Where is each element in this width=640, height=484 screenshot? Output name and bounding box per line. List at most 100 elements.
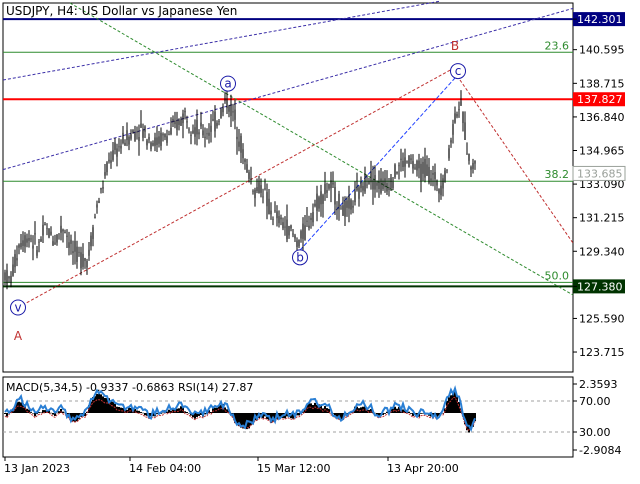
candle-body	[250, 178, 252, 180]
candle-body	[108, 159, 110, 162]
wave-c-label: c	[455, 64, 462, 78]
candle-body	[140, 123, 142, 128]
candle-body	[300, 231, 302, 239]
candle-body	[252, 190, 254, 192]
candle-body	[32, 245, 34, 249]
candle-body	[172, 118, 174, 123]
candle-body	[232, 111, 234, 113]
candle-body	[260, 185, 262, 193]
candle-body	[402, 161, 404, 167]
macd-bar	[40, 412, 42, 413]
candle-body	[450, 140, 452, 143]
candle-body	[434, 172, 436, 180]
candle-body	[360, 181, 362, 189]
candle-body	[372, 179, 374, 190]
candle-body	[236, 136, 238, 140]
wave-b-label: b	[296, 250, 304, 264]
candle-body	[174, 120, 176, 125]
candle-body	[162, 134, 164, 136]
candle-body	[14, 254, 16, 268]
candle-body	[112, 150, 114, 160]
macd-bar	[112, 401, 114, 413]
macd-bar	[448, 397, 450, 413]
price-tick-label: 134.965	[579, 145, 625, 158]
price-tick-label: 129.340	[579, 245, 625, 258]
candle-body	[132, 130, 134, 134]
macd-bar	[50, 412, 52, 414]
candle-body	[84, 258, 86, 261]
candle-body	[90, 235, 92, 247]
candle-body	[320, 191, 322, 205]
candle-body	[6, 270, 8, 285]
candle-body	[206, 133, 208, 135]
candle-body	[176, 119, 178, 130]
candle-body	[244, 159, 246, 162]
candle-body	[422, 161, 424, 174]
indicator-tick-label: -2.9084	[579, 444, 621, 457]
candle-body	[128, 136, 130, 145]
macd-bar	[224, 407, 226, 413]
candle-body	[248, 172, 250, 179]
candle-body	[94, 216, 96, 219]
macd-bar	[138, 410, 140, 413]
candle-body	[376, 182, 378, 186]
candle-body	[222, 105, 224, 113]
candle-body	[156, 137, 158, 145]
candle-body	[384, 178, 386, 188]
candle-body	[150, 142, 152, 150]
candle-body	[184, 110, 186, 113]
candle-body	[264, 188, 266, 190]
time-tick-label: 14 Feb 04:00	[129, 462, 201, 475]
candle-body	[72, 251, 74, 254]
candle-body	[86, 260, 88, 268]
candle-body	[328, 183, 330, 189]
candle-body	[316, 193, 318, 211]
candle-body	[414, 167, 416, 169]
candle-body	[76, 246, 78, 262]
candle-body	[386, 183, 388, 192]
candle-body	[122, 132, 124, 143]
candle-body	[62, 229, 64, 232]
candle-body	[98, 200, 100, 203]
candle-body	[200, 122, 202, 127]
candle-body	[70, 239, 72, 244]
candle-body	[154, 137, 156, 146]
symbol-label: USDJPY	[6, 4, 50, 18]
candle-body	[366, 184, 368, 186]
candle-body	[312, 211, 314, 223]
top-level-tag-label: 142.301	[577, 13, 623, 26]
candle-body	[344, 200, 346, 217]
candle-body	[196, 119, 198, 135]
candle-body	[332, 182, 334, 185]
macd-bar	[96, 393, 98, 413]
candle-body	[266, 192, 268, 207]
candle-body	[100, 188, 102, 190]
candle-body	[238, 141, 240, 147]
macd-bar	[310, 403, 312, 413]
candle-body	[456, 114, 458, 117]
macd-bar	[100, 394, 102, 413]
candle-body	[54, 242, 56, 244]
candle-body	[388, 187, 390, 190]
candle-body	[272, 219, 274, 220]
candle-body	[438, 189, 440, 194]
candle-body	[258, 182, 260, 194]
candle-body	[424, 158, 426, 178]
candle-body	[226, 99, 228, 109]
candle-body	[284, 226, 286, 228]
main-panel-frame	[2, 2, 574, 373]
candle-body	[348, 195, 350, 209]
candle-body	[240, 135, 242, 153]
candle-body	[224, 98, 226, 102]
macd-bar	[408, 411, 410, 413]
candle-body	[464, 122, 466, 140]
candle-body	[466, 153, 468, 155]
macd-bar	[20, 402, 22, 413]
candle-body	[318, 197, 320, 209]
candle-body	[4, 272, 6, 281]
candle-body	[378, 180, 380, 190]
time-tick-label: 13 Jan 2023	[4, 462, 70, 475]
candle-body	[294, 235, 296, 239]
candle-body	[68, 242, 70, 248]
description-label: US Dollar vs Japanese Yen	[82, 4, 238, 18]
